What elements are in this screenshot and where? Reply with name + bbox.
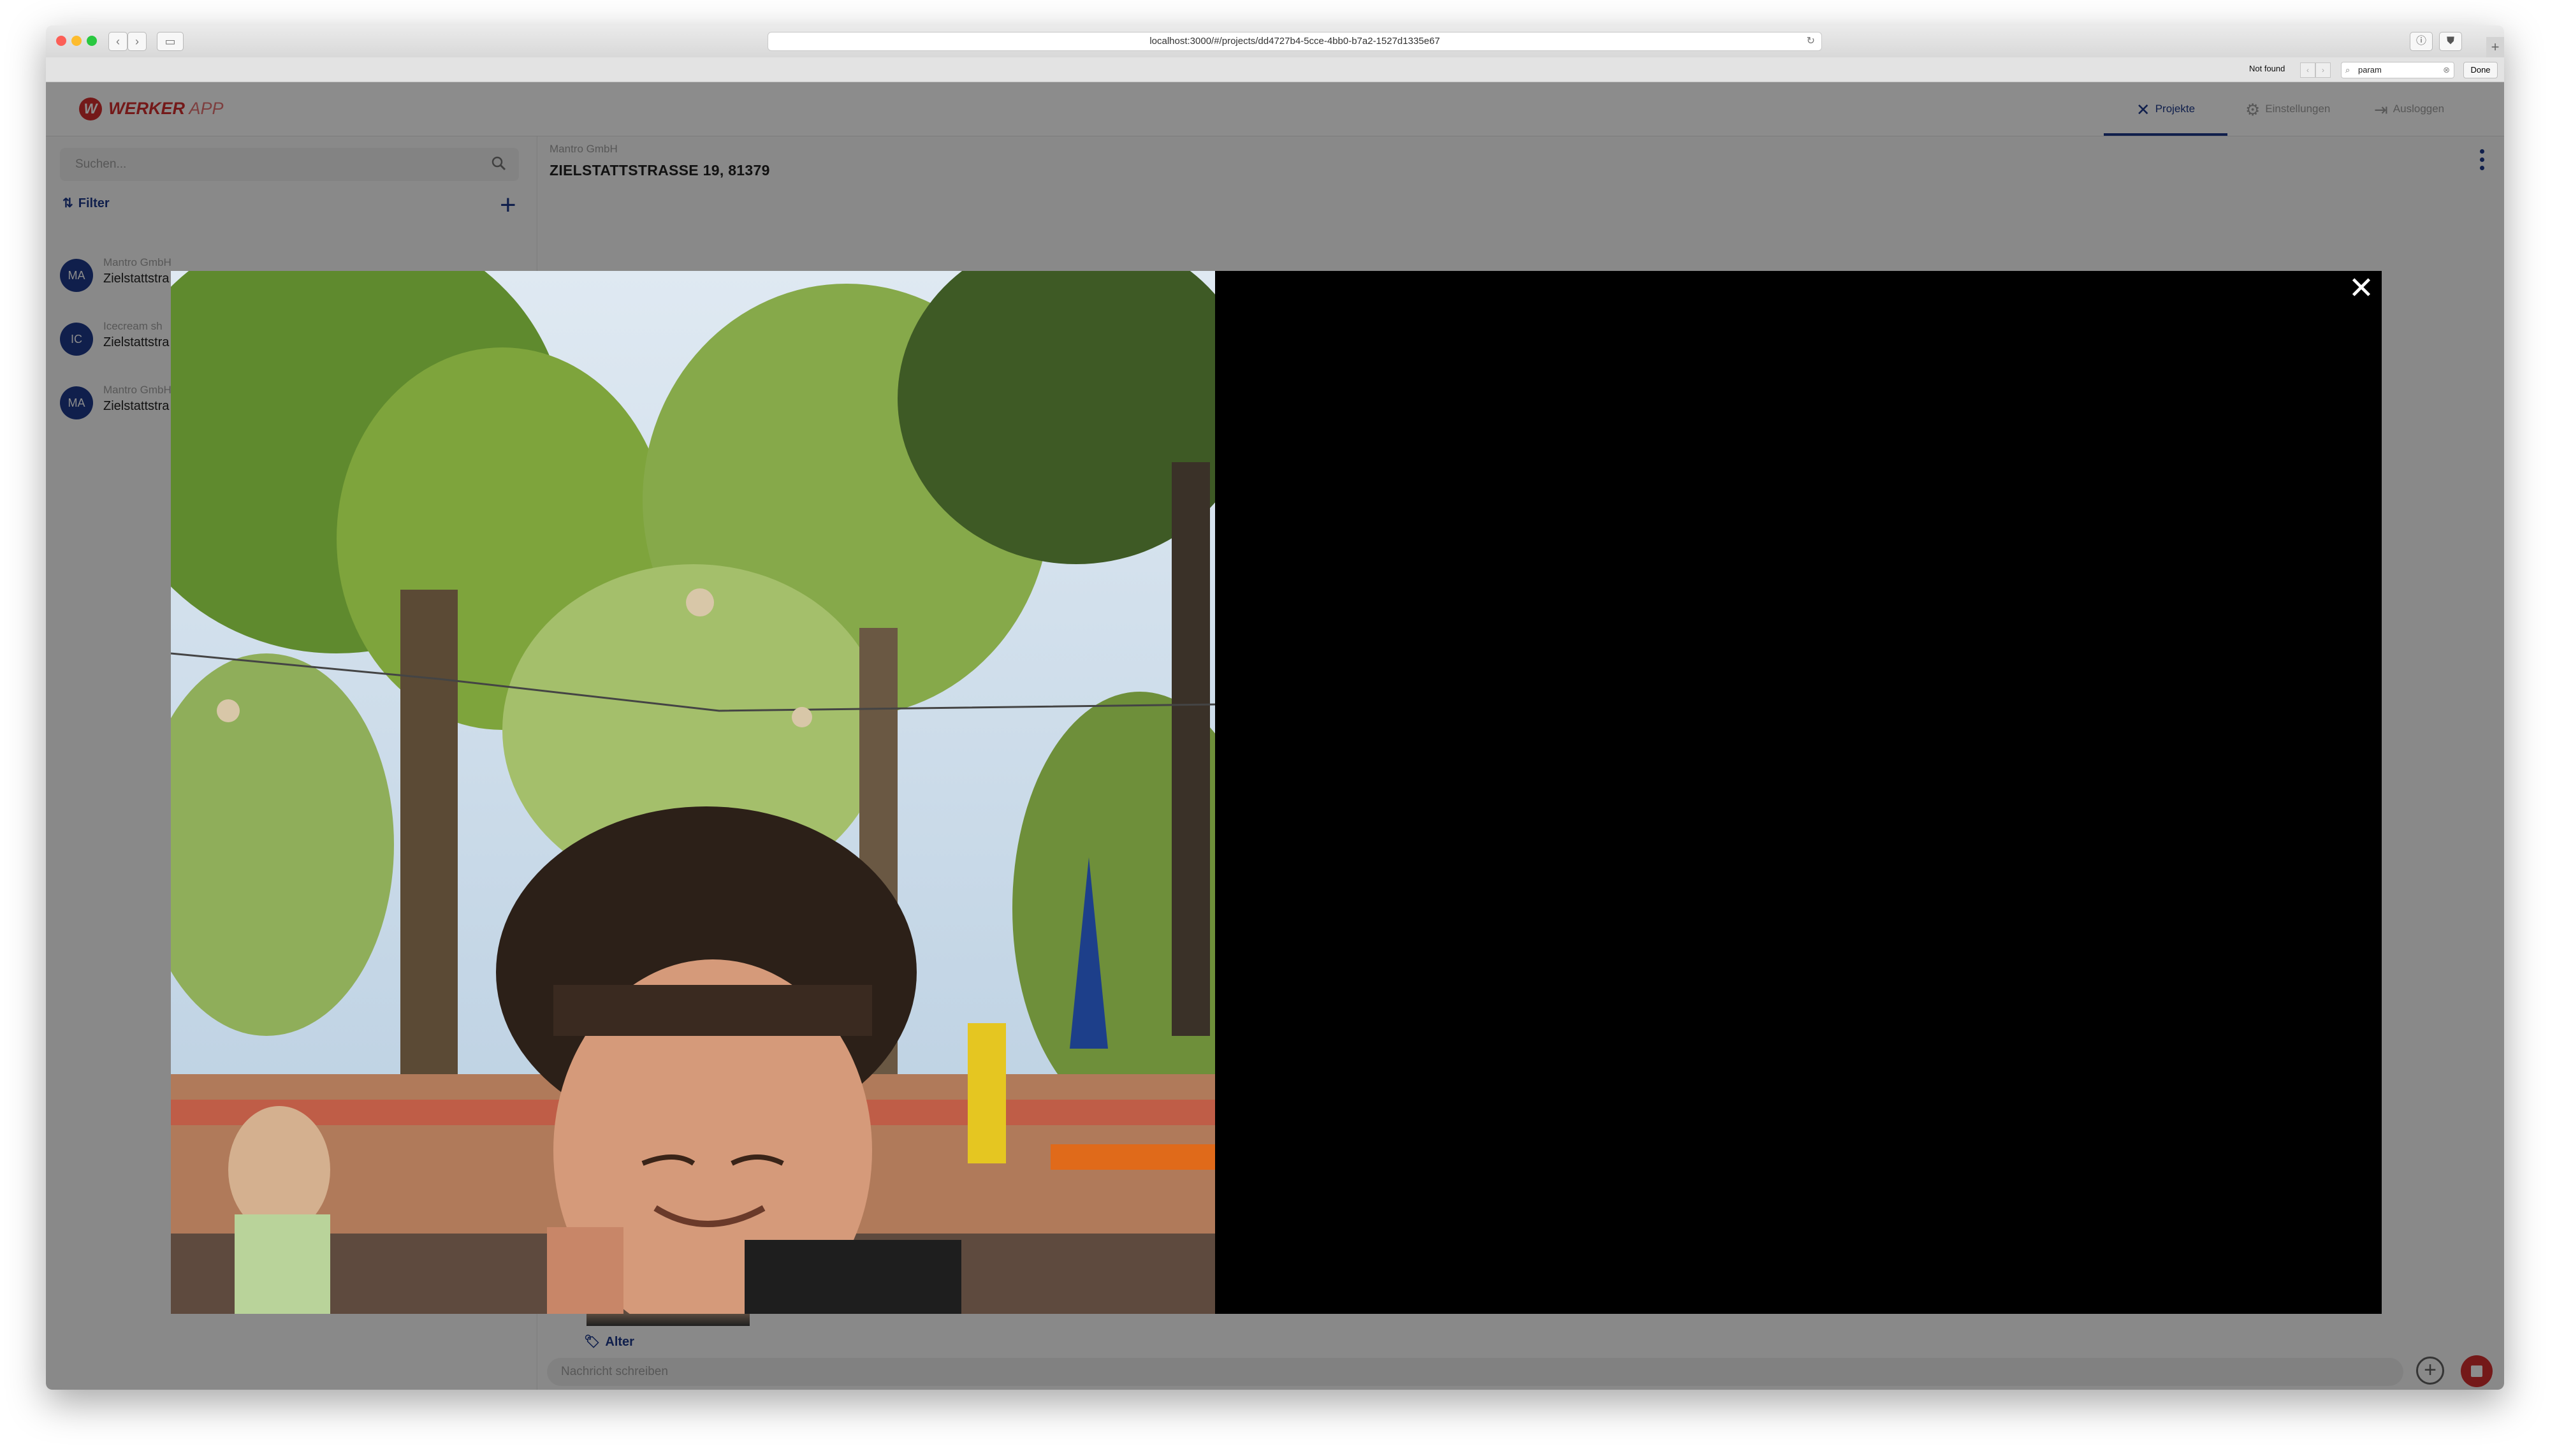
image-lightbox: ✕ [171, 271, 2382, 1314]
beer-garden-photo [171, 271, 1215, 1314]
find-query: param [2358, 65, 2382, 75]
find-next-icon[interactable]: › [2315, 62, 2331, 78]
url-text: localhost:3000/#/projects/dd4727b4-5cce-… [1149, 36, 1440, 47]
lightbox-backdrop[interactable]: ✕ [46, 82, 2504, 1390]
find-bar: Not found ‹ › ⌕ param ⊗ Done [46, 57, 2504, 82]
new-tab-button[interactable]: + [2486, 37, 2504, 57]
close-window-button[interactable] [56, 36, 66, 46]
find-input[interactable]: ⌕ param ⊗ [2341, 62, 2454, 78]
back-button[interactable]: ‹ [108, 32, 127, 51]
zoom-window-button[interactable] [87, 36, 97, 46]
info-icon[interactable]: ⓘ [2410, 32, 2433, 51]
clear-icon[interactable]: ⊗ [2443, 62, 2450, 78]
find-done-button[interactable]: Done [2463, 62, 2498, 78]
close-icon[interactable]: ✕ [2343, 271, 2379, 307]
browser-titlebar: ‹ › ▭ localhost:3000/#/projects/dd4727b4… [46, 25, 2504, 58]
browser-window: ‹ › ▭ localhost:3000/#/projects/dd4727b4… [46, 25, 2504, 1390]
reload-icon[interactable]: ↻ [1807, 33, 1815, 50]
forward-button[interactable]: › [127, 32, 147, 51]
sidebar-toggle-button[interactable]: ▭ [157, 32, 184, 51]
search-icon: ⌕ [2345, 65, 2350, 75]
shield-icon[interactable]: ⛊ [2439, 32, 2462, 51]
find-prev-icon[interactable]: ‹ [2300, 62, 2315, 78]
find-status: Not found [2249, 64, 2285, 73]
address-bar[interactable]: localhost:3000/#/projects/dd4727b4-5cce-… [768, 32, 1822, 51]
lightbox-photo [171, 271, 1215, 1314]
minimize-window-button[interactable] [71, 36, 82, 46]
